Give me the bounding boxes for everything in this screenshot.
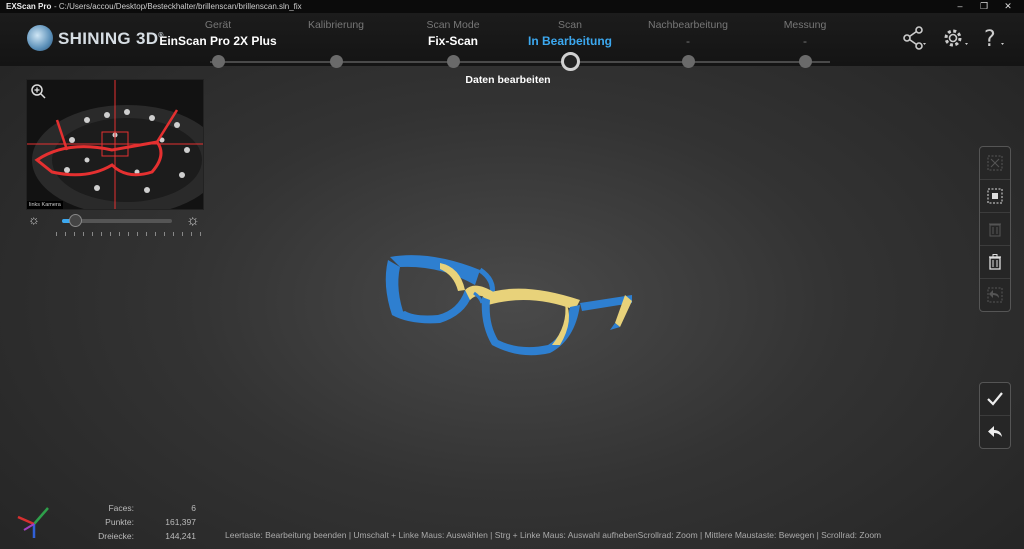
- axis-gizmo-icon: [17, 507, 49, 538]
- checkmark-icon: [987, 392, 1003, 406]
- restore-icon[interactable]: ❐: [972, 0, 996, 13]
- shortcut-hint: Leertaste: Bearbeitung beenden | Umschal…: [225, 530, 882, 540]
- trash-icon: [989, 254, 1001, 270]
- delete-button[interactable]: [980, 246, 1010, 279]
- undo-selection-icon: [987, 287, 1003, 303]
- share-icon[interactable]: [902, 26, 928, 56]
- app-title: EXScan Pro: [6, 2, 52, 11]
- brightness-low-icon: ☼: [28, 212, 40, 227]
- step-dot-kalibrierung[interactable]: [330, 55, 343, 68]
- workflow-line: [210, 61, 830, 63]
- camera-preview-image: [27, 80, 203, 209]
- title-bar: EXScan Pro - C:/Users/accou/Desktop/Best…: [0, 0, 1024, 13]
- minimize-icon[interactable]: –: [948, 0, 972, 13]
- step-dot-geraet[interactable]: [212, 55, 225, 68]
- close-icon[interactable]: ✕: [996, 0, 1020, 13]
- help-icon[interactable]: ?: [982, 26, 1008, 56]
- delete-selection-button[interactable]: [980, 213, 1010, 246]
- brightness-slider[interactable]: ☼ ☼: [26, 212, 206, 240]
- stat-points: Punkte: 161,397: [105, 517, 196, 527]
- step-dot-scan-mode[interactable]: [447, 55, 460, 68]
- brightness-ticks: [56, 232, 206, 236]
- undo-button[interactable]: [980, 416, 1010, 448]
- undo-selection-button[interactable]: [980, 279, 1010, 311]
- shining3d-logo-icon: [27, 25, 53, 51]
- gear-icon[interactable]: [942, 26, 970, 56]
- brightness-thumb[interactable]: [69, 214, 83, 227]
- camera-label: links Kamera: [27, 201, 63, 209]
- undo-icon: [988, 426, 1002, 437]
- step-dot-scan[interactable]: [561, 52, 580, 71]
- confirm-button[interactable]: [980, 383, 1010, 416]
- confirm-panel: [979, 382, 1011, 449]
- step-dot-messung[interactable]: [799, 55, 812, 68]
- step-dot-nachbearbeitung[interactable]: [682, 55, 695, 68]
- select-connected-icon: [987, 188, 1003, 204]
- glasses-3d-model[interactable]: [370, 245, 650, 370]
- camera-preview[interactable]: links Kamera: [26, 79, 204, 210]
- stat-triangles: Dreiecke: 144,241: [98, 531, 196, 541]
- stat-faces: Faces: 6: [108, 503, 196, 513]
- svg-text:?: ?: [984, 27, 996, 50]
- file-path: - C:/Users/accou/Desktop/Besteckhalter/b…: [54, 2, 302, 11]
- clear-selection-icon: [987, 155, 1003, 171]
- delete-selection-icon: [989, 223, 1001, 237]
- zoom-in-icon[interactable]: [30, 83, 48, 101]
- edit-tool-panel: [979, 146, 1011, 312]
- brightness-high-icon: ☼: [186, 212, 200, 229]
- active-step-sublabel: Daten bearbeiten: [465, 74, 551, 86]
- select-connected-button[interactable]: [980, 180, 1010, 213]
- clear-selection-button[interactable]: [980, 147, 1010, 180]
- step-messung[interactable]: Messung -: [735, 13, 875, 49]
- mesh-stats: Faces: 6 Punkte: 161,397 Dreiecke: 144,241: [88, 501, 196, 543]
